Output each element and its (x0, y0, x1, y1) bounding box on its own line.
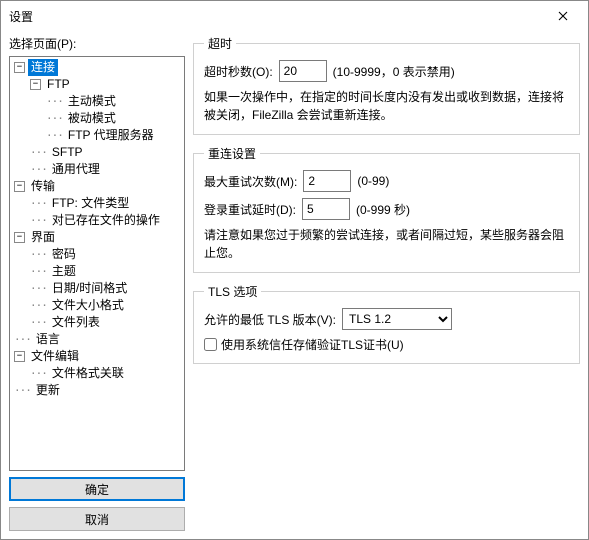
tls-legend: TLS 选项 (204, 283, 261, 300)
collapse-icon[interactable]: − (30, 79, 41, 90)
tree-item-transfer[interactable]: −传输 (10, 178, 184, 195)
timeout-seconds-hint: (10-9999，0 表示禁用) (333, 63, 455, 80)
retry-delay-hint: (0-999 秒) (356, 201, 410, 218)
tree-item-filesize[interactable]: ···文件大小格式 (10, 297, 184, 314)
tree-item-filelist[interactable]: ···文件列表 (10, 314, 184, 331)
tls-system-trust-label: 使用系统信任存储验证TLS证书(U) (221, 336, 404, 353)
tree-item-fileedit[interactable]: −文件编辑 (10, 348, 184, 365)
tls-min-version-label: 允许的最低 TLS 版本(V): (204, 311, 336, 328)
tree-item-existing-files[interactable]: ···对已存在文件的操作 (10, 212, 184, 229)
collapse-icon[interactable]: − (14, 62, 25, 73)
reconnect-group: 重连设置 最大重试次数(M): (0-99) 登录重试延时(D): (0-999… (193, 145, 580, 273)
close-icon (558, 11, 568, 21)
timeout-desc: 如果一次操作中，在指定的时间长度内没有发出或收到数据，连接将被关闭，FileZi… (204, 88, 569, 124)
reconnect-legend: 重连设置 (204, 145, 260, 162)
tls-system-trust-checkbox[interactable] (204, 338, 217, 351)
tree-item-passive-mode[interactable]: ···被动模式 (10, 110, 184, 127)
tree-item-interface[interactable]: −界面 (10, 229, 184, 246)
max-retries-hint: (0-99) (357, 174, 389, 188)
close-button[interactable] (540, 2, 586, 30)
tree-item-active-mode[interactable]: ···主动模式 (10, 93, 184, 110)
collapse-icon[interactable]: − (14, 351, 25, 362)
timeout-seconds-input[interactable] (279, 60, 327, 82)
timeout-seconds-label: 超时秒数(O): (204, 63, 273, 80)
tree-item-language[interactable]: ···语言 (10, 331, 184, 348)
collapse-icon[interactable]: − (14, 232, 25, 243)
tree-item-sftp[interactable]: ···SFTP (10, 144, 184, 161)
tree-item-password[interactable]: ···密码 (10, 246, 184, 263)
tree-item-connection[interactable]: −连接 (10, 59, 184, 76)
tree-item-fileassoc[interactable]: ···文件格式关联 (10, 365, 184, 382)
tree-item-datetime[interactable]: ···日期/时间格式 (10, 280, 184, 297)
max-retries-input[interactable] (303, 170, 351, 192)
tree-item-generic-proxy[interactable]: ···通用代理 (10, 161, 184, 178)
select-page-label: 选择页面(P): (9, 35, 185, 52)
timeout-legend: 超时 (204, 35, 236, 52)
retry-delay-input[interactable] (302, 198, 350, 220)
tls-group: TLS 选项 允许的最低 TLS 版本(V): TLS 1.2 使用系统信任存储… (193, 283, 580, 364)
reconnect-desc: 请注意如果您过于频繁的尝试连接，或者间隔过短，某些服务器会阻止您。 (204, 226, 569, 262)
tree-item-ftp[interactable]: −FTP (10, 76, 184, 93)
tls-min-version-select[interactable]: TLS 1.2 (342, 308, 452, 330)
tree-item-update[interactable]: ···更新 (10, 382, 184, 399)
ok-button[interactable]: 确定 (9, 477, 185, 501)
timeout-group: 超时 超时秒数(O): (10-9999，0 表示禁用) 如果一次操作中，在指定… (193, 35, 580, 135)
retry-delay-label: 登录重试延时(D): (204, 201, 296, 218)
max-retries-label: 最大重试次数(M): (204, 173, 297, 190)
tree-item-theme[interactable]: ···主题 (10, 263, 184, 280)
page-tree[interactable]: −连接 −FTP ···主动模式 ···被动模式 ···FTP 代理服务器 ··… (9, 56, 185, 471)
window-title: 设置 (9, 8, 33, 25)
tree-item-ftp-proxy[interactable]: ···FTP 代理服务器 (10, 127, 184, 144)
cancel-button[interactable]: 取消 (9, 507, 185, 531)
tree-item-ftp-filetypes[interactable]: ···FTP: 文件类型 (10, 195, 184, 212)
collapse-icon[interactable]: − (14, 181, 25, 192)
